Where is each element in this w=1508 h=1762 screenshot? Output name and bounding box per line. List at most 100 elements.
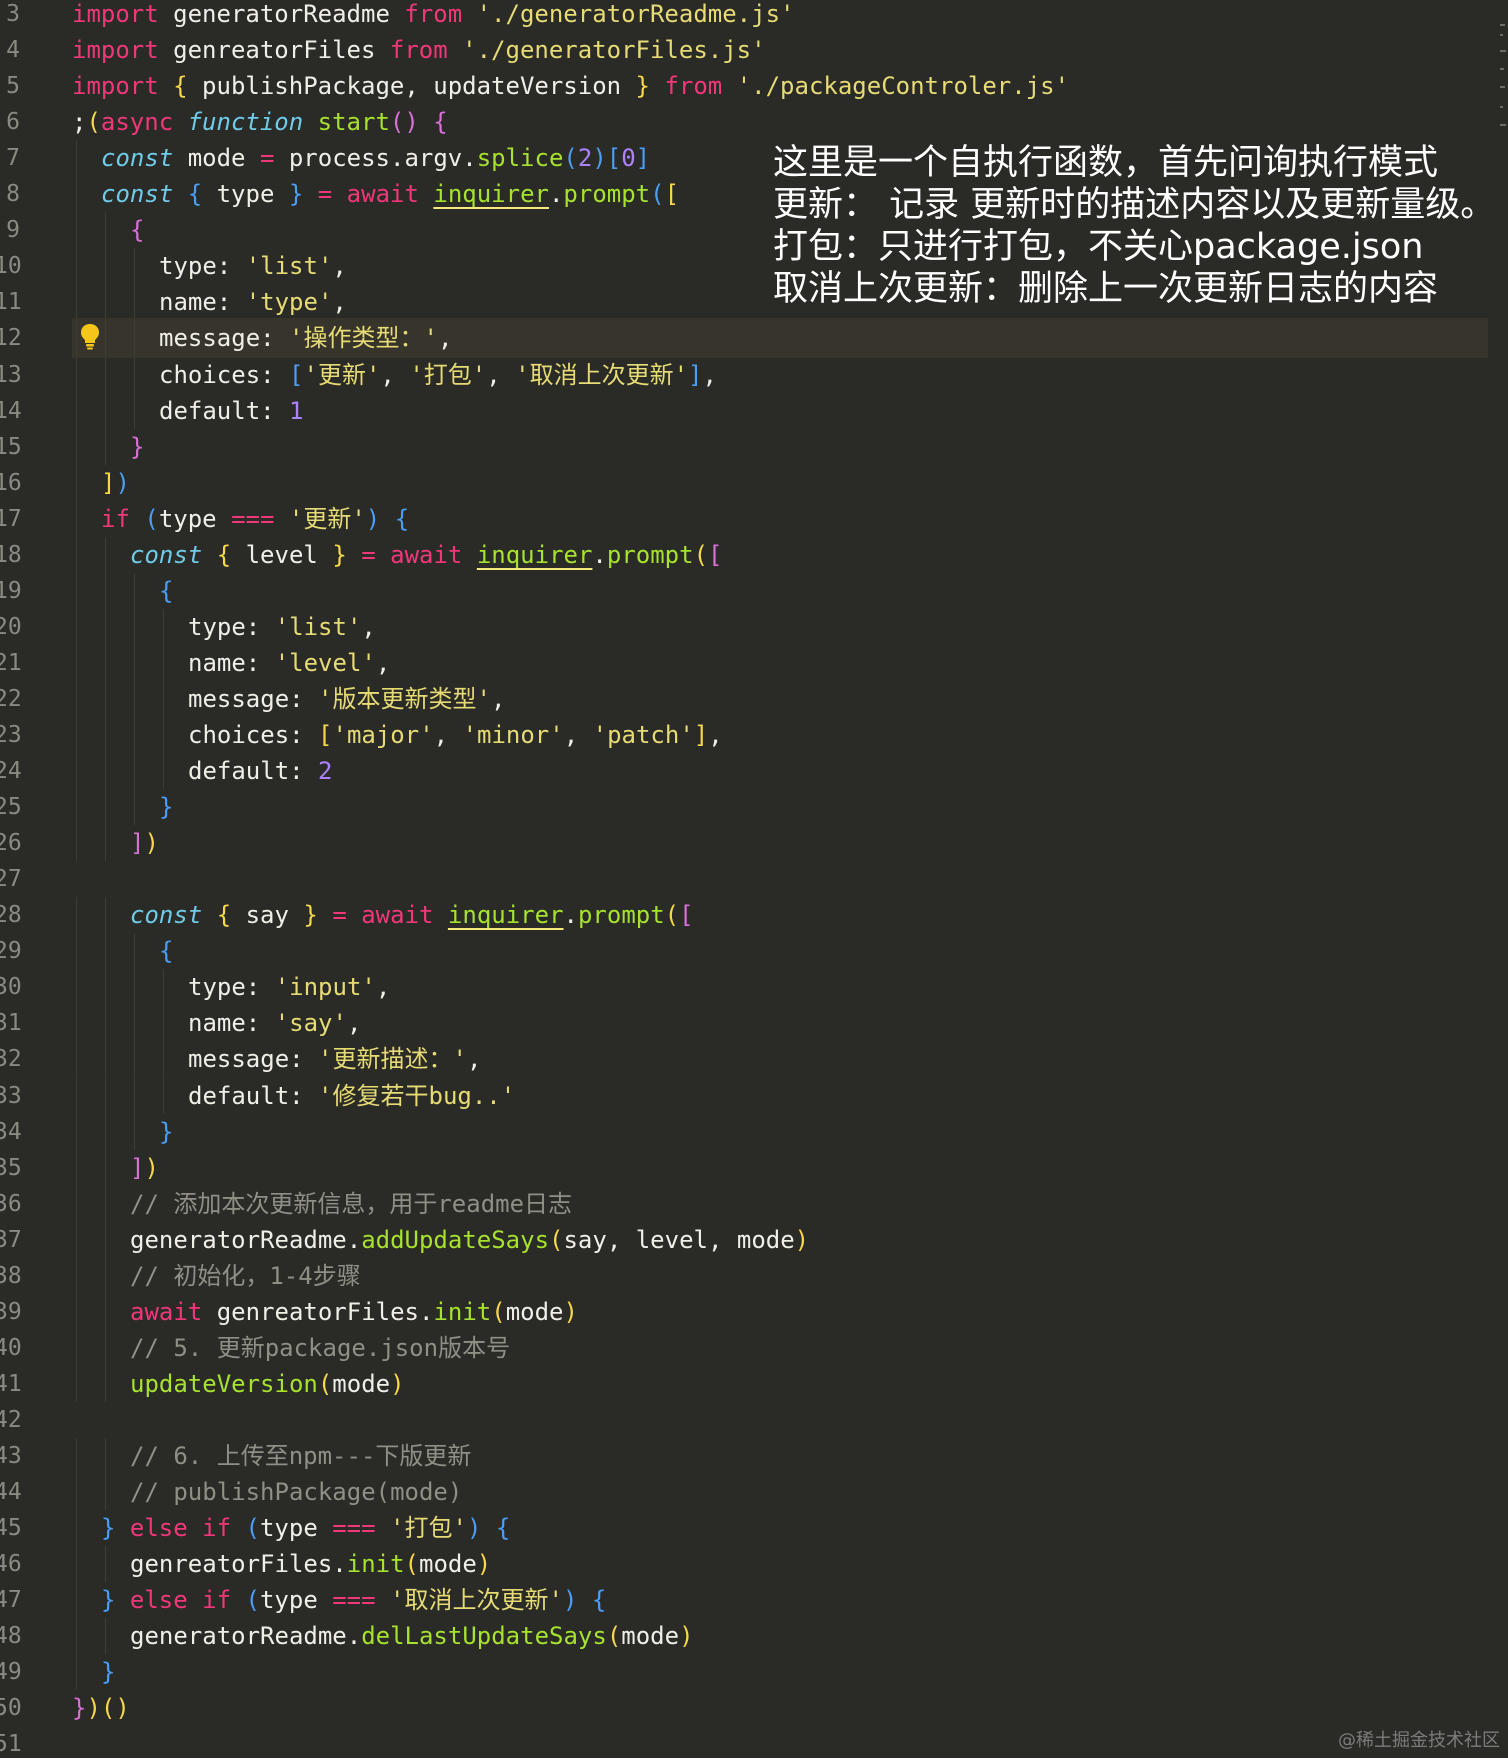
code-text: })() [72, 1690, 130, 1726]
indent-guide [76, 644, 77, 681]
code-token: name: [188, 648, 275, 677]
code-line[interactable]: 29 { [0, 933, 1508, 969]
code-line[interactable]: 37 generatorReadme.addUpdateSays(say, lev… [0, 1222, 1508, 1258]
code-line[interactable]: 42 [0, 1402, 1508, 1438]
code-line[interactable]: 15} [0, 429, 1508, 465]
code-token: addUpdateSays [361, 1225, 550, 1254]
code-line[interactable]: 27 [0, 861, 1508, 897]
code-line[interactable]: 39 await genreatorFiles.init(mode) [0, 1294, 1508, 1330]
code-text: import { publishPackage, updateVersion }… [72, 68, 1069, 104]
code-token: ) [466, 1514, 482, 1543]
code-line[interactable]: 38 // 初始化，1-4步骤 [0, 1258, 1508, 1294]
code-line[interactable]: 32 message: '更新描述：', [0, 1041, 1508, 1077]
code-line[interactable]: 51 [0, 1726, 1508, 1762]
lightbulb-icon[interactable] [79, 322, 101, 350]
code-line[interactable]: 4 import genreatorFiles from './generator… [0, 32, 1508, 68]
code-line[interactable]: 24 default: 2 [0, 753, 1508, 789]
code-token: '更新描述：' [318, 1045, 467, 1074]
code-text: ]) [101, 465, 130, 501]
code-line[interactable]: 25} [0, 789, 1508, 825]
indent-guide [76, 1438, 77, 1475]
code-line[interactable]: 30 type: 'input', [0, 969, 1508, 1005]
code-token: ( [606, 1622, 622, 1651]
code-line[interactable]: 19 { [0, 573, 1508, 609]
code-token: , [332, 288, 347, 317]
code-line[interactable]: 6 ;(async function start() { [0, 104, 1508, 140]
code-token: , [437, 324, 453, 353]
code-line[interactable]: 23 choices: ['major', 'minor', 'patch'], [0, 717, 1508, 753]
code-token: '更新' [303, 360, 381, 389]
code-line[interactable]: 18 const { level } = await inquirer.promp… [0, 537, 1508, 573]
code-text: generatorReadme.addUpdateSays(say, level… [130, 1222, 809, 1258]
code-token: 2 [318, 757, 333, 786]
code-line[interactable]: 41 updateVersion(mode) [0, 1366, 1508, 1402]
indent-guide [76, 789, 77, 826]
code-text: } [159, 789, 173, 825]
code-editor[interactable]: 3 import generatorReadme from './generato… [0, 0, 1508, 1758]
code-line[interactable]: 40 // 5. 更新package.json版本号 [0, 1330, 1508, 1366]
code-line[interactable]: 46 genreatorFiles.init(mode) [0, 1546, 1508, 1582]
code-token: type: [159, 252, 246, 281]
code-token: default: [188, 1081, 319, 1110]
code-line[interactable]: 33 default: '修复若干bug..' [0, 1078, 1508, 1114]
code-line[interactable]: 31 name: 'say', [0, 1005, 1508, 1041]
line-number: 7 [6, 145, 20, 172]
indent-guide [76, 320, 77, 357]
code-line[interactable]: 49} [0, 1654, 1508, 1690]
code-text: default: '修复若干bug..' [188, 1078, 515, 1114]
code-token: updateVersion [130, 1369, 318, 1398]
code-token: { [591, 1586, 607, 1615]
code-line[interactable]: 5 import { publishPackage, updateVersion … [0, 68, 1508, 104]
code-token: init [433, 1297, 492, 1326]
code-line[interactable]: 22 message: '版本更新类型', [0, 681, 1508, 717]
code-token: = [259, 144, 275, 173]
code-token: await [346, 180, 419, 209]
code-token: message: [188, 684, 319, 713]
code-line[interactable]: 44 // publishPackage(mode) [0, 1474, 1508, 1510]
code-line[interactable]: 28 const { say } = await inquirer.prompt(… [0, 897, 1508, 933]
indent-guide [105, 789, 106, 826]
code-line[interactable]: 17 if (type === '更新') { [0, 501, 1508, 537]
code-line[interactable]: 43 // 6. 上传至npm---下版更新 [0, 1438, 1508, 1474]
line-number: 39 [0, 1298, 22, 1325]
minimap[interactable] [1500, 20, 1506, 130]
code-text: } [159, 1114, 173, 1150]
code-token: mode [332, 1369, 391, 1398]
line-number: 43 [0, 1443, 22, 1469]
indent-guide [76, 1185, 77, 1222]
code-token: '修复若干bug..' [318, 1081, 516, 1110]
code-token: , [361, 612, 376, 641]
line-number: 9 [6, 217, 20, 244]
code-line[interactable]: 3 import generatorReadme from './generato… [0, 0, 1508, 32]
line-number: 13 [0, 361, 22, 388]
code-line[interactable]: 34} [0, 1114, 1508, 1150]
code-token: ( [693, 540, 709, 569]
code-line[interactable]: 50})() [0, 1690, 1508, 1726]
code-line[interactable]: 13 choices: ['更新', '打包', '取消上次更新'], [0, 357, 1508, 393]
code-line[interactable]: 21 name: 'level', [0, 645, 1508, 681]
code-line[interactable]: 36 // 添加本次更新信息，用于readme日志 [0, 1186, 1508, 1222]
line-number: 21 [0, 649, 22, 676]
code-line[interactable]: 20 type: 'list', [0, 609, 1508, 645]
code-line[interactable]: 12 message: '操作类型：', [0, 318, 1508, 359]
code-line[interactable]: 48 generatorReadme.delLastUpdateSays(mode… [0, 1618, 1508, 1654]
code-line[interactable]: 47} else if (type === '取消上次更新') { [0, 1582, 1508, 1618]
code-line[interactable]: 16]) [0, 465, 1508, 501]
code-line[interactable]: 14 default: 1 [0, 393, 1508, 429]
code-token: , [708, 721, 723, 749]
code-token: 'input' [274, 973, 376, 1002]
code-token: type: [188, 973, 275, 1002]
code-token: await [361, 901, 434, 930]
code-line[interactable]: 35]) [0, 1150, 1508, 1186]
code-line[interactable]: 45} else if (type === '打包') { [0, 1510, 1508, 1546]
code-line[interactable]: 26]) [0, 825, 1508, 861]
code-token: { [216, 901, 232, 930]
code-token: type [158, 504, 232, 533]
